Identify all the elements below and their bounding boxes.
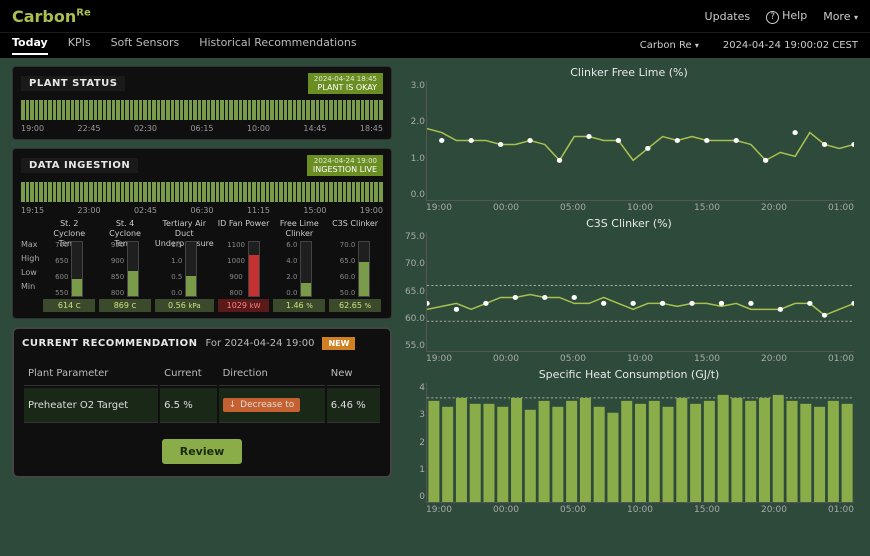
more-menu[interactable]: More ▾ xyxy=(823,10,858,23)
status-timeline xyxy=(21,98,383,122)
ingestion-timeline xyxy=(21,180,383,204)
updates-link[interactable]: Updates xyxy=(705,10,751,23)
recommendation-timestamp: For 2024-04-24 19:00 xyxy=(206,338,315,349)
help-link[interactable]: ?Help xyxy=(766,9,807,24)
gauge: St. 2 Cyclone Temp 700650600550 614 C xyxy=(41,219,97,312)
panel-title: PLANT STATUS xyxy=(21,76,125,91)
chart-title: C3S Clinker (%) xyxy=(400,217,858,230)
tab-kpis[interactable]: KPIs xyxy=(68,36,91,55)
chevron-down-icon: ▾ xyxy=(695,41,699,50)
new-cell: 6.46 % xyxy=(327,388,380,423)
recommendation-panel: CURRENT RECOMMENDATION For 2024-04-24 19… xyxy=(12,327,392,478)
param-cell: Preheater O2 Target xyxy=(24,388,158,423)
status-badge: 2024-04-24 19:00INGESTION LIVE xyxy=(307,155,383,176)
plant-selector[interactable]: Carbon Re ▾ xyxy=(640,40,699,51)
review-button[interactable]: Review xyxy=(162,439,243,464)
help-icon: ? xyxy=(766,11,779,24)
recommendation-table: Plant ParameterCurrentDirectionNew Prehe… xyxy=(22,360,382,425)
arrow-down-icon: ↓ xyxy=(229,400,237,410)
tab-today[interactable]: Today xyxy=(12,36,48,55)
data-ingestion-panel: DATA INGESTION 2024-04-24 19:00INGESTION… xyxy=(12,148,392,319)
direction-cell: ↓Decrease to xyxy=(219,388,325,423)
gauge: C3S Clinker 70.065.060.050.0 62.65 % xyxy=(327,219,383,312)
new-badge: NEW xyxy=(322,337,355,350)
tab-soft-sensors[interactable]: Soft Sensors xyxy=(111,36,180,55)
gauge: Tertiary Air Duct Underpressure 1.51.00.… xyxy=(153,219,216,312)
table-row: Preheater O2 Target 6.5 % ↓Decrease to 6… xyxy=(24,388,380,423)
gauge: Free Lime Clinker 6.04.02.00.0 1.46 % xyxy=(271,219,327,312)
chart: Clinker Free Lime (%) 3.02.01.00.0 19:00… xyxy=(400,66,858,213)
current-cell: 6.5 % xyxy=(160,388,216,423)
tab-historical-recommendations[interactable]: Historical Recommendations xyxy=(199,36,356,55)
chart: Specific Heat Consumption (GJ/t) 43210 1… xyxy=(400,368,858,515)
chart-title: Clinker Free Lime (%) xyxy=(400,66,858,79)
chevron-down-icon: ▾ xyxy=(854,13,858,22)
status-badge: 2024-04-24 18:45PLANT IS OKAY xyxy=(308,73,383,94)
panel-title: CURRENT RECOMMENDATION xyxy=(22,338,198,349)
gauge: ID Fan Power 11001000900800 1029 kW xyxy=(216,219,272,312)
gauge: St. 4 Cyclone Temp 950900850800 869 C xyxy=(97,219,153,312)
chart-title: Specific Heat Consumption (GJ/t) xyxy=(400,368,858,381)
plant-status-panel: PLANT STATUS 2024-04-24 18:45PLANT IS OK… xyxy=(12,66,392,140)
chart: C3S Clinker (%) 75.070.065.060.055.0 19:… xyxy=(400,217,858,364)
clock: 2024-04-24 19:00:02 CEST xyxy=(723,40,858,51)
brand-logo: CarbonRe xyxy=(12,7,91,26)
panel-title: DATA INGESTION xyxy=(21,158,138,173)
